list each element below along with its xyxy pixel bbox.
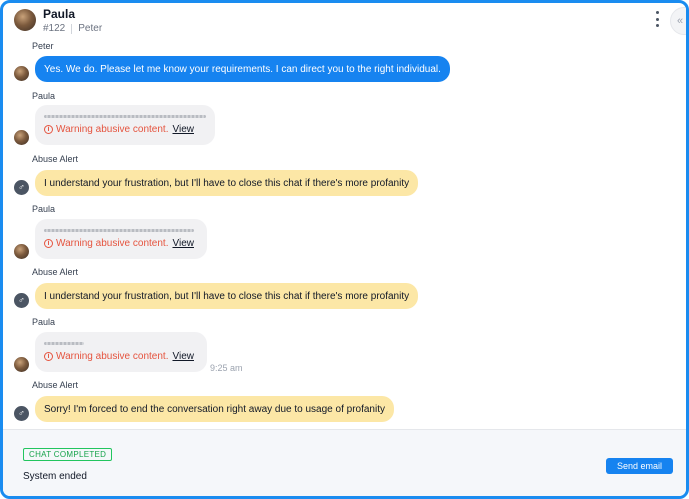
alert-message-bubble: I understand your frustration, but I'll … xyxy=(35,170,419,196)
collapse-panel-button[interactable]: « xyxy=(670,7,686,35)
view-link[interactable]: View xyxy=(172,124,194,135)
customer-message-bubble: i Warning abusive content. View xyxy=(35,332,207,372)
view-link[interactable]: View xyxy=(172,238,194,249)
message-sender: Peter xyxy=(32,41,54,51)
redacted-text xyxy=(44,229,194,232)
message-sender: Abuse Alert xyxy=(32,154,79,164)
warning-text: Warning abusive content. xyxy=(56,238,169,249)
abuse-warning: i Warning abusive content. View xyxy=(44,238,194,249)
abuse-warning: i Warning abusive content. View xyxy=(44,351,194,362)
message-sender: Paula xyxy=(32,317,56,327)
warning-text: Warning abusive content. xyxy=(56,351,169,362)
redacted-text xyxy=(44,115,206,118)
more-options-icon[interactable] xyxy=(653,11,661,27)
avatar xyxy=(14,130,29,145)
message-timestamp: 9:25 am xyxy=(210,363,243,373)
warning-text: Warning abusive content. xyxy=(56,124,169,135)
avatar xyxy=(14,66,29,81)
warning-icon: i xyxy=(44,239,53,248)
assigned-agent: Peter xyxy=(78,23,103,34)
chat-footer: CHAT COMPLETED System ended Send email xyxy=(3,429,686,496)
alert-message-bubble: Sorry! I'm forced to end the conversatio… xyxy=(35,396,394,422)
redacted-text xyxy=(44,342,84,345)
warning-icon: i xyxy=(44,125,53,134)
send-email-button[interactable]: Send email xyxy=(606,458,673,474)
message-sender: Paula xyxy=(32,204,56,214)
divider xyxy=(71,23,73,34)
abuse-alert-bot-icon: ♂ xyxy=(14,180,29,195)
warning-icon: i xyxy=(44,352,53,361)
customer-message-bubble: i Warning abusive content. View xyxy=(35,219,207,259)
abuse-alert-bot-icon: ♂ xyxy=(14,293,29,308)
ticket-id: #122 xyxy=(43,23,66,34)
chevrons-left-icon: « xyxy=(677,15,684,27)
contact-name: Paula xyxy=(43,7,76,21)
message-sender: Abuse Alert xyxy=(32,267,79,277)
message-sender: Abuse Alert xyxy=(32,380,79,390)
header-subtitle: #122 Peter xyxy=(43,23,102,34)
alert-message-bubble: I understand your frustration, but I'll … xyxy=(35,283,419,309)
avatar xyxy=(14,9,36,31)
abuse-warning: i Warning abusive content. View xyxy=(44,124,194,135)
abuse-alert-bot-icon: ♂ xyxy=(14,406,29,421)
status-badge: CHAT COMPLETED xyxy=(23,448,113,461)
avatar xyxy=(14,244,29,259)
message-sender: Paula xyxy=(32,91,56,101)
chat-header: Paula #122 Peter « xyxy=(3,3,686,41)
system-status-text: System ended xyxy=(23,471,87,482)
customer-message-bubble: i Warning abusive content. View xyxy=(35,105,215,145)
avatar xyxy=(14,357,29,372)
agent-message-bubble: Yes. We do. Please let me know your requ… xyxy=(35,56,450,82)
view-link[interactable]: View xyxy=(172,351,194,362)
chat-window: Paula #122 Peter « Peter Yes. We do. Ple… xyxy=(0,0,689,499)
